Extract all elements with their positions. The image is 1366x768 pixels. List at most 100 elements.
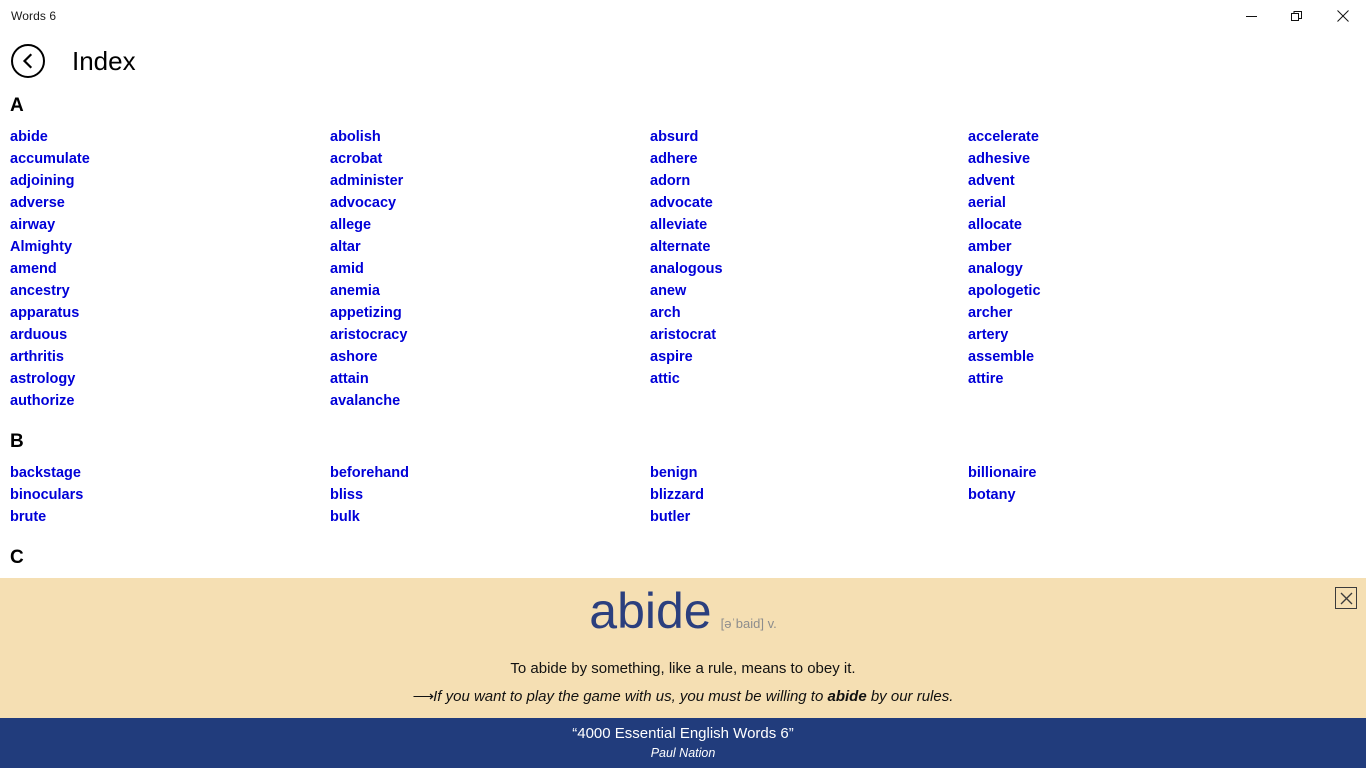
word-link[interactable]: adhere xyxy=(650,148,698,170)
letter-section-c: C xyxy=(0,548,1366,578)
word-link[interactable]: bulk xyxy=(330,506,360,528)
word-grid: abide accumulate adjoining adverse airway Alm… xyxy=(0,126,1366,412)
word-link[interactable]: aristocrat xyxy=(650,324,716,346)
page-header: Index xyxy=(0,36,1366,86)
close-icon xyxy=(1337,10,1349,22)
word-link[interactable]: attire xyxy=(968,368,1003,390)
word-link[interactable]: Almighty xyxy=(10,236,72,258)
word-link[interactable]: administer xyxy=(330,170,403,192)
word-link[interactable]: analogy xyxy=(968,258,1023,280)
word-link[interactable]: alternate xyxy=(650,236,710,258)
word-link[interactable]: abolish xyxy=(330,126,381,148)
word-link[interactable]: advocate xyxy=(650,192,713,214)
phonetic-transcription: [əˈbaid] v. xyxy=(720,616,777,631)
maximize-button[interactable] xyxy=(1274,0,1320,32)
arrow-icon: ⟶ xyxy=(412,688,434,705)
word-link[interactable]: advent xyxy=(968,170,1015,192)
word-link[interactable]: advocacy xyxy=(330,192,396,214)
word-column: abolish acrobat administer advocacy allege al… xyxy=(330,126,650,412)
word-link[interactable]: amid xyxy=(330,258,364,280)
minimize-button[interactable] xyxy=(1228,0,1274,32)
window-controls xyxy=(1228,0,1366,32)
example-prefix: If you want to play the game with us, yo… xyxy=(433,688,828,705)
word-link[interactable]: attain xyxy=(330,368,369,390)
word-link[interactable]: avalanche xyxy=(330,390,400,412)
word-link[interactable]: appetizing xyxy=(330,302,402,324)
headword: abide xyxy=(589,583,712,639)
chevron-left-icon xyxy=(22,53,33,69)
word-link[interactable]: anew xyxy=(650,280,686,302)
word-link[interactable]: artery xyxy=(968,324,1008,346)
definition-panel: abide [əˈbaid] v. To abide by something,… xyxy=(0,578,1366,718)
word-link[interactable]: ashore xyxy=(330,346,378,368)
word-column: abide accumulate adjoining adverse airway Alm… xyxy=(10,126,330,412)
letter-heading: C xyxy=(10,547,24,568)
word-column: backstage binoculars brute xyxy=(10,462,330,528)
word-column: beforehand bliss bulk xyxy=(330,462,650,528)
word-link[interactable]: butler xyxy=(650,506,690,528)
word-link[interactable]: billionaire xyxy=(968,462,1037,484)
word-link[interactable]: arthritis xyxy=(10,346,64,368)
word-link[interactable]: adverse xyxy=(10,192,65,214)
word-link[interactable]: benign xyxy=(650,462,698,484)
letter-heading: A xyxy=(10,96,24,116)
book-title: “4000 Essential English Words 6” xyxy=(572,725,794,742)
word-grid: backstage binoculars brute beforehand bliss b… xyxy=(0,462,1366,528)
window-titlebar: Words 6 xyxy=(0,0,1366,32)
word-link[interactable]: arduous xyxy=(10,324,67,346)
word-link[interactable]: arch xyxy=(650,302,681,324)
window-title: Words 6 xyxy=(11,9,57,23)
word-link[interactable]: aspire xyxy=(650,346,693,368)
word-link[interactable]: adhesive xyxy=(968,148,1030,170)
word-link[interactable]: authorize xyxy=(10,390,74,412)
word-link[interactable]: ancestry xyxy=(10,280,70,302)
word-link[interactable]: alleviate xyxy=(650,214,707,236)
word-link[interactable]: astrology xyxy=(10,368,75,390)
page-title: Index xyxy=(72,46,136,76)
word-link[interactable]: anemia xyxy=(330,280,380,302)
word-link[interactable]: apparatus xyxy=(10,302,79,324)
word-link[interactable]: brute xyxy=(10,506,46,528)
word-link[interactable]: assemble xyxy=(968,346,1034,368)
word-link[interactable]: attic xyxy=(650,368,680,390)
word-link[interactable]: apologetic xyxy=(968,280,1041,302)
letter-section-b: Bbackstage binoculars brute beforehand bliss… xyxy=(0,432,1366,528)
word-link[interactable]: abide xyxy=(10,126,48,148)
word-link[interactable]: adjoining xyxy=(10,170,74,192)
word-link[interactable]: analogous xyxy=(650,258,723,280)
word-link[interactable]: binoculars xyxy=(10,484,83,506)
word-link[interactable]: backstage xyxy=(10,462,81,484)
word-column: benign blizzard butler xyxy=(650,462,968,528)
word-link[interactable]: absurd xyxy=(650,126,698,148)
word-link[interactable]: aerial xyxy=(968,192,1006,214)
word-link[interactable]: bliss xyxy=(330,484,363,506)
word-link[interactable]: amber xyxy=(968,236,1012,258)
word-link[interactable]: archer xyxy=(968,302,1012,324)
word-link[interactable]: allocate xyxy=(968,214,1022,236)
definition-text: To abide by something, like a rule, mean… xyxy=(510,660,856,677)
word-link[interactable]: beforehand xyxy=(330,462,409,484)
word-link[interactable]: allege xyxy=(330,214,371,236)
word-column: billionaire botany xyxy=(968,462,1366,528)
word-link[interactable]: amend xyxy=(10,258,57,280)
word-link[interactable]: botany xyxy=(968,484,1016,506)
word-link[interactable]: adorn xyxy=(650,170,690,192)
example-target-word: abide xyxy=(827,688,867,705)
word-link[interactable]: accelerate xyxy=(968,126,1039,148)
word-link[interactable]: altar xyxy=(330,236,361,258)
word-link[interactable]: airway xyxy=(10,214,55,236)
restore-icon xyxy=(1291,11,1302,21)
word-link[interactable]: aristocracy xyxy=(330,324,407,346)
word-link[interactable]: acrobat xyxy=(330,148,382,170)
close-button[interactable] xyxy=(1320,0,1366,32)
word-column: accelerate adhesive advent aerial allocate am… xyxy=(968,126,1366,412)
back-button[interactable] xyxy=(11,44,45,78)
letter-heading: B xyxy=(10,431,24,452)
example-suffix: by our rules. xyxy=(866,688,954,705)
word-link[interactable]: accumulate xyxy=(10,148,90,170)
index-word-list[interactable]: Aabide accumulate adjoining adverse airway Al… xyxy=(0,96,1366,578)
word-link[interactable]: blizzard xyxy=(650,484,704,506)
minimize-icon xyxy=(1245,15,1257,17)
